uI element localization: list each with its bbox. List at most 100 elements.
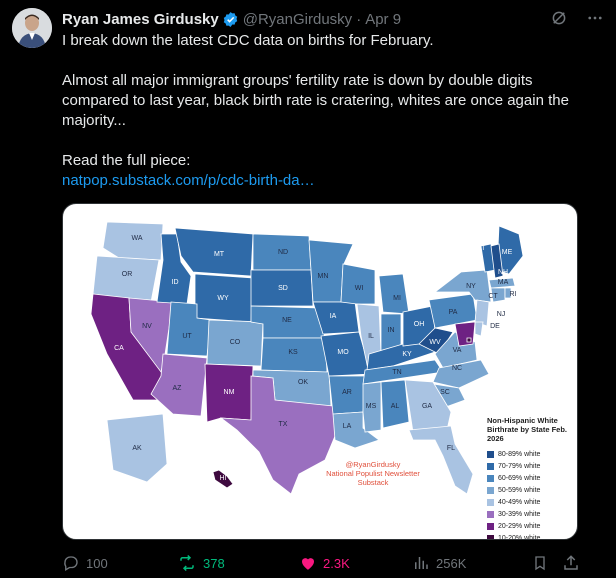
author-handle[interactable]: @RyanGirdusky xyxy=(243,11,352,28)
tweet-line-2: Almost all major immigrant groups' ferti… xyxy=(62,72,569,129)
state-label-ne: NE xyxy=(282,317,292,324)
more-options-icon[interactable] xyxy=(586,9,604,32)
state-label-ar: AR xyxy=(342,389,352,396)
grok-icon[interactable] xyxy=(550,9,568,32)
legend-item: 70-79% white xyxy=(487,461,575,471)
state-label-al: AL xyxy=(391,403,400,410)
legend-swatch xyxy=(487,486,494,494)
legend-swatch xyxy=(487,498,494,506)
header-icons xyxy=(550,9,604,32)
state-label-mn: MN xyxy=(318,273,329,280)
legend-swatch xyxy=(487,474,494,482)
heart-icon xyxy=(302,558,314,570)
legend-label: 70-79% white xyxy=(498,462,541,470)
state-label-nm: NM xyxy=(224,389,235,396)
verified-badge-icon xyxy=(222,11,239,28)
state-label-wv: WV xyxy=(429,339,441,346)
bookmark-icon xyxy=(535,556,545,571)
map-image-card[interactable]: WA OR CA NV ID MT WY UT AZ CO NM ND SD NE KS OK TX MN IA MO… xyxy=(62,203,578,540)
reply-button[interactable]: 100 xyxy=(62,552,108,574)
tweet-link[interactable]: natpop.substack.com/p/cdc-birth-da… xyxy=(62,172,315,189)
state-label-id: ID xyxy=(172,279,179,286)
author-name[interactable]: Ryan James Girdusky xyxy=(62,11,219,28)
view-count: 256K xyxy=(436,555,467,571)
legend-label: 40-49% white xyxy=(498,498,541,506)
watermark-handle: @RyanGirdusky xyxy=(345,460,401,469)
legend-swatch xyxy=(487,450,494,458)
state-label-pa: PA xyxy=(449,309,458,316)
state-label-sc: SC xyxy=(440,389,450,396)
state-label-ms: MS xyxy=(366,403,377,410)
state-label-md: MD xyxy=(492,341,503,348)
state-label-ri: RI xyxy=(510,291,517,298)
state-dc xyxy=(466,337,472,343)
legend-item: 30-39% white xyxy=(487,509,575,519)
separator-dot: · xyxy=(356,10,362,28)
state-label-nd: ND xyxy=(278,249,288,256)
legend-item: 40-49% white xyxy=(487,497,575,507)
legend-swatch xyxy=(487,534,494,539)
state-label-wa: WA xyxy=(131,235,142,242)
repost-button[interactable]: 378 xyxy=(177,552,225,574)
legend-item: 10-20% white xyxy=(487,533,575,540)
state-label-mt: MT xyxy=(214,251,225,258)
bookmark-button[interactable] xyxy=(532,552,548,574)
legend-swatch xyxy=(487,462,494,470)
legend-item: 20-29% white xyxy=(487,521,575,531)
legend-label: 50-59% white xyxy=(498,486,541,494)
state-label-dc: DC xyxy=(490,349,500,356)
state-label-fl: FL xyxy=(447,445,455,452)
legend-label: 60-69% white xyxy=(498,474,541,482)
state-label-ks: KS xyxy=(288,349,298,356)
state-label-ok: OK xyxy=(298,379,308,386)
state-label-mi: MI xyxy=(393,295,401,302)
state-mi xyxy=(378,273,410,315)
legend-item: 60-69% white xyxy=(487,473,575,483)
repost-count: 378 xyxy=(203,555,225,571)
tweet-time[interactable]: Apr 9 xyxy=(365,11,401,28)
state-de xyxy=(474,321,484,337)
legend-item: 80-89% white xyxy=(487,449,575,459)
state-label-ut: UT xyxy=(182,333,192,340)
legend-swatch xyxy=(487,522,494,530)
avatar[interactable] xyxy=(12,8,52,48)
state-wi xyxy=(340,263,376,305)
state-label-hi: HI xyxy=(220,475,227,482)
share-button[interactable] xyxy=(562,552,580,574)
state-label-il: IL xyxy=(368,333,374,340)
reply-count: 100 xyxy=(86,555,108,571)
legend-item: 50-59% white xyxy=(487,485,575,495)
state-label-ny: NY xyxy=(466,283,476,290)
legend-title: Non-Hispanic White Birthrate by State Fe… xyxy=(487,416,568,443)
tweet-header: Ryan James Girdusky @RyanGirdusky · Apr … xyxy=(62,9,401,29)
map-watermark: @RyanGirdusky National Populist Newslett… xyxy=(293,460,453,487)
legend-label: 30-39% white xyxy=(498,510,541,518)
state-label-nh: NH xyxy=(498,269,508,276)
state-label-ky: KY xyxy=(402,351,412,358)
state-label-nj: NJ xyxy=(497,311,506,318)
legend-swatch xyxy=(487,510,494,518)
state-label-wi: WI xyxy=(355,285,364,292)
state-label-la: LA xyxy=(343,423,352,430)
state-label-co: CO xyxy=(230,339,241,346)
state-label-ca: CA xyxy=(114,345,124,352)
state-label-me: ME xyxy=(502,249,513,256)
state-label-nc: NC xyxy=(452,365,462,372)
state-label-or: OR xyxy=(122,271,133,278)
state-label-wy: WY xyxy=(217,295,229,302)
state-label-ia: IA xyxy=(330,313,337,320)
map-legend: Non-Hispanic White Birthrate by State Fe… xyxy=(487,416,575,540)
watermark-substack: Substack xyxy=(357,478,389,487)
like-button[interactable]: 2.3K xyxy=(299,552,350,574)
views-button[interactable]: 256K xyxy=(412,552,466,574)
legend-label: 20-29% white xyxy=(498,522,541,530)
like-count: 2.3K xyxy=(323,555,350,571)
state-label-tn: TN xyxy=(392,369,401,376)
legend-label: 10-20% white xyxy=(498,534,541,540)
state-label-az: AZ xyxy=(173,385,183,392)
share-icon xyxy=(564,555,578,570)
state-md xyxy=(454,321,476,347)
state-label-oh: OH xyxy=(414,321,425,328)
state-label-tx: TX xyxy=(279,421,288,428)
tweet-actions: 100 378 2.3K 256K xyxy=(62,552,582,574)
